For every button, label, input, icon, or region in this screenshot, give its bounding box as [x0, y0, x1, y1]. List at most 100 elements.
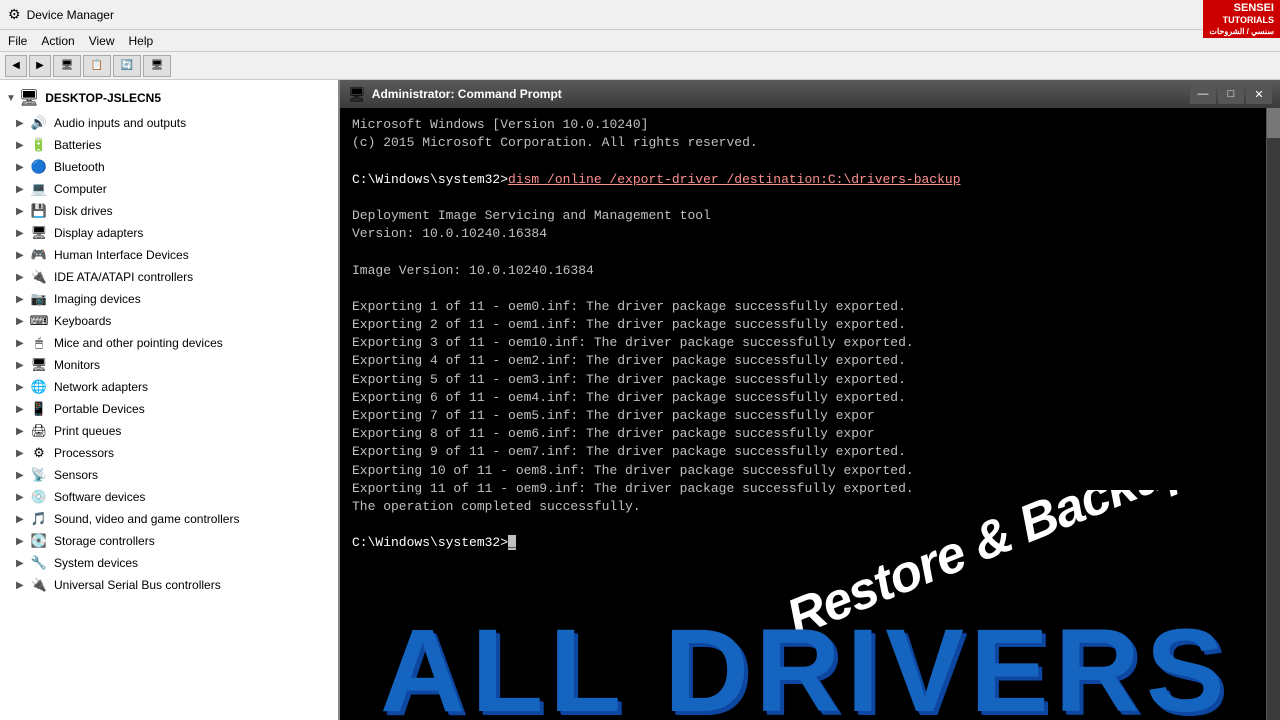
arrow-sound: ▶ [16, 514, 26, 525]
dm-tree: ▼ 🖥 DESKTOP-JSLECN5 ▶ 🔊 Audio inputs and… [0, 80, 338, 600]
tree-item-system[interactable]: ▶ 🔧 System devices [0, 552, 338, 574]
toolbar-btn-scan[interactable]: 🖥 [143, 55, 171, 77]
cmd-prompt-end: C:\Windows\system32>_ [352, 534, 1260, 552]
cmd-export-7: Exporting 7 of 11 - oem5.inf: The driver… [352, 407, 1260, 425]
tree-item-bluetooth[interactable]: ▶ 🔵 Bluetooth [0, 156, 338, 178]
icon-bluetooth: 🔵 [30, 158, 48, 176]
cmd-body[interactable]: Microsoft Windows [Version 10.0.10240] (… [340, 108, 1280, 720]
root-pc-icon: 🖥 [19, 88, 39, 108]
toolbar-btn-computer[interactable]: 🖥 [53, 55, 81, 77]
sensei-brand: SENSEI TUTORIALS سنسي / الشروحات [1203, 0, 1280, 38]
cmd-line-imgver: Image Version: 10.0.10240.16384 [352, 262, 1260, 280]
scrollbar-thumb[interactable] [1267, 108, 1280, 138]
arrow-print: ▶ [16, 426, 26, 437]
icon-diskdrives: 💾 [30, 202, 48, 220]
cmd-line-2: (c) 2015 Microsoft Corporation. All righ… [352, 134, 1260, 152]
cmd-minimize-button[interactable]: — [1190, 84, 1216, 104]
cmd-export-2: Exporting 2 of 11 - oem1.inf: The driver… [352, 316, 1260, 334]
dm-toolbar: ◀ ▶ 🖥 📋 🔄 🖥 [0, 52, 1280, 80]
cmd-titlebar-text: Administrator: Command Prompt [372, 87, 562, 101]
cmd-maximize-button[interactable]: □ [1218, 84, 1244, 104]
arrow-mice: ▶ [16, 338, 26, 349]
menu-view[interactable]: View [89, 34, 115, 48]
tree-item-hid[interactable]: ▶ 🎮 Human Interface Devices [0, 244, 338, 266]
menu-action[interactable]: Action [41, 34, 74, 48]
icon-hid: 🎮 [30, 246, 48, 264]
tree-item-print[interactable]: ▶ 🖨 Print queues [0, 420, 338, 442]
tree-item-imaging[interactable]: ▶ 📷 Imaging devices [0, 288, 338, 310]
icon-ide: 🔌 [30, 268, 48, 286]
tree-item-storage[interactable]: ▶ 💽 Storage controllers [0, 530, 338, 552]
tree-item-processors[interactable]: ▶ ⚙ Processors [0, 442, 338, 464]
root-expand-icon: ▼ [6, 93, 16, 104]
icon-sound: 🎵 [30, 510, 48, 528]
cmd-window: 🖥 Administrator: Command Prompt — □ ✕ Mi… [340, 80, 1280, 720]
dm-panel: ▼ 🖥 DESKTOP-JSLECN5 ▶ 🔊 Audio inputs and… [0, 80, 340, 720]
all-drivers-text: ALL DRIVERS [380, 612, 1231, 720]
cmd-line-command: C:\Windows\system32>dism /online /export… [352, 171, 1260, 189]
cmd-export-1: Exporting 1 of 11 - oem0.inf: The driver… [352, 298, 1260, 316]
tree-item-keyboards[interactable]: ▶ ⌨ Keyboards [0, 310, 338, 332]
cmd-line-blank3 [352, 243, 1260, 261]
icon-usb: 🔌 [30, 576, 48, 594]
tree-item-audio[interactable]: ▶ 🔊 Audio inputs and outputs [0, 112, 338, 134]
cmd-line-blank4 [352, 280, 1260, 298]
icon-monitors: 🖥 [30, 356, 48, 374]
tree-item-batteries[interactable]: ▶ 🔋 Batteries [0, 134, 338, 156]
tree-item-computer[interactable]: ▶ 💻 Computer [0, 178, 338, 200]
dm-titlebar-icon: ⚙ [8, 6, 21, 23]
icon-portable: 📱 [30, 400, 48, 418]
tree-item-ide[interactable]: ▶ 🔌 IDE ATA/ATAPI controllers [0, 266, 338, 288]
icon-batteries: 🔋 [30, 136, 48, 154]
dm-titlebar: ⚙ Device Manager SENSEI TUTORIALS سنسي /… [0, 0, 1280, 30]
cmd-export-4: Exporting 4 of 11 - oem2.inf: The driver… [352, 352, 1260, 370]
tree-item-network[interactable]: ▶ 🌐 Network adapters [0, 376, 338, 398]
arrow-keyboards: ▶ [16, 316, 26, 327]
toolbar-btn-update[interactable]: 🔄 [113, 55, 141, 77]
tree-item-mice[interactable]: ▶ 🖱 Mice and other pointing devices [0, 332, 338, 354]
cmd-line-blank1 [352, 152, 1260, 170]
menu-help[interactable]: Help [129, 34, 154, 48]
cmd-export-3: Exporting 3 of 11 - oem10.inf: The drive… [352, 334, 1260, 352]
cmd-close-button[interactable]: ✕ [1246, 84, 1272, 104]
dm-root-row[interactable]: ▼ 🖥 DESKTOP-JSLECN5 [0, 84, 338, 112]
icon-storage: 💽 [30, 532, 48, 550]
cmd-line-dism1: Deployment Image Servicing and Managemen… [352, 207, 1260, 225]
icon-print: 🖨 [30, 422, 48, 440]
toolbar-btn-properties[interactable]: 📋 [83, 55, 111, 77]
arrow-processors: ▶ [16, 448, 26, 459]
cmd-export-9: Exporting 9 of 11 - oem7.inf: The driver… [352, 443, 1260, 461]
toolbar-btn-back[interactable]: ◀ [5, 55, 27, 77]
icon-network: 🌐 [30, 378, 48, 396]
tree-item-sensors[interactable]: ▶ 📡 Sensors [0, 464, 338, 486]
arrow-hid: ▶ [16, 250, 26, 261]
sensei-name: SENSEI [1209, 1, 1274, 15]
icon-software: 💿 [30, 488, 48, 506]
cmd-titlebar: 🖥 Administrator: Command Prompt — □ ✕ [340, 80, 1280, 108]
tree-item-display[interactable]: ▶ 🖥 Display adapters [0, 222, 338, 244]
cmd-scrollbar[interactable] [1266, 108, 1280, 720]
cmd-line-blank2 [352, 189, 1260, 207]
tree-item-monitors[interactable]: ▶ 🖥 Monitors [0, 354, 338, 376]
arrow-software: ▶ [16, 492, 26, 503]
icon-system: 🔧 [30, 554, 48, 572]
arrow-display: ▶ [16, 228, 26, 239]
tree-item-software[interactable]: ▶ 💿 Software devices [0, 486, 338, 508]
toolbar-btn-forward[interactable]: ▶ [29, 55, 51, 77]
sensei-tutorials: TUTORIALS [1209, 15, 1274, 27]
icon-sensors: 📡 [30, 466, 48, 484]
icon-audio: 🔊 [30, 114, 48, 132]
arrow-audio: ▶ [16, 118, 26, 129]
arrow-computer: ▶ [16, 184, 26, 195]
tree-item-diskdrives[interactable]: ▶ 💾 Disk drives [0, 200, 338, 222]
arrow-storage: ▶ [16, 536, 26, 547]
menu-file[interactable]: File [8, 34, 27, 48]
tree-item-usb[interactable]: ▶ 🔌 Universal Serial Bus controllers [0, 574, 338, 596]
cmd-titlebar-left: 🖥 Administrator: Command Prompt [348, 86, 562, 103]
cmd-export-11: Exporting 11 of 11 - oem9.inf: The drive… [352, 480, 1260, 498]
tree-item-portable[interactable]: ▶ 📱 Portable Devices [0, 398, 338, 420]
tree-item-sound[interactable]: ▶ 🎵 Sound, video and game controllers [0, 508, 338, 530]
root-label: DESKTOP-JSLECN5 [45, 91, 161, 105]
cmd-titlebar-icon: 🖥 [348, 86, 366, 103]
cmd-line-dism2: Version: 10.0.10240.16384 [352, 225, 1260, 243]
